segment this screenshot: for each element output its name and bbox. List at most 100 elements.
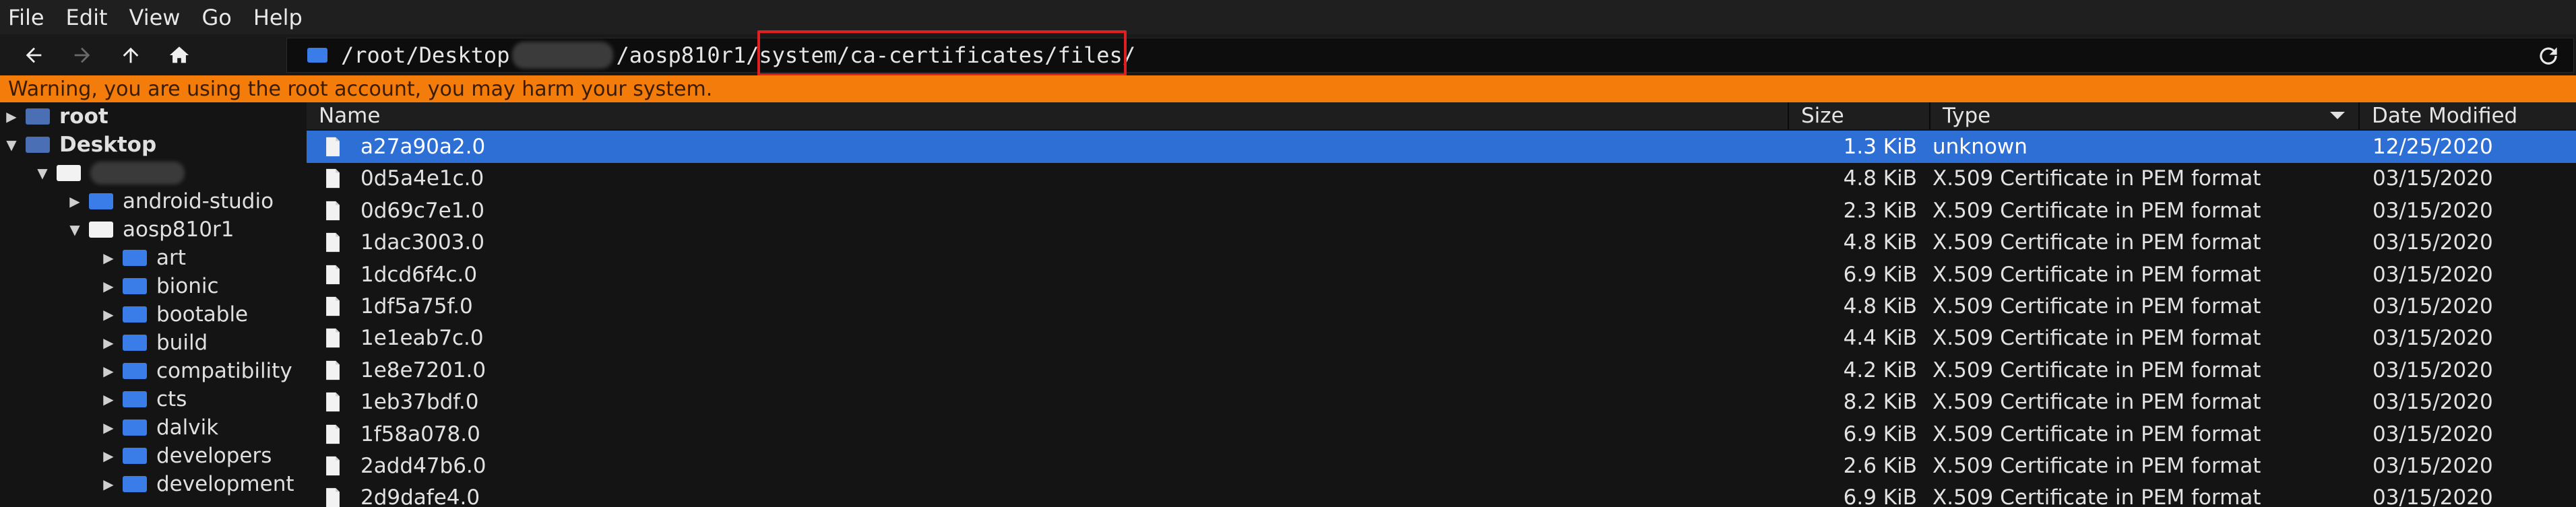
address-path-part2: /aosp810r1 <box>616 42 747 68</box>
menu-edit[interactable]: Edit <box>58 5 121 30</box>
file-icon <box>326 456 340 476</box>
file-row[interactable]: 0d5a4e1c.0 4.8 KiB X.509 Certificate in PE… <box>307 162 2576 195</box>
file-row[interactable]: 1dcd6f4c.0 6.9 KiB X.509 Certificate in PE… <box>307 259 2576 291</box>
redacted-blur <box>512 42 614 69</box>
file-icon <box>326 137 340 157</box>
file-date: 12/25/2020 <box>2373 135 2493 159</box>
file-name: 1e8e7201.0 <box>360 358 486 382</box>
file-date: 03/15/2020 <box>2373 294 2493 318</box>
expand-arrow-icon[interactable]: ▶ <box>101 448 116 464</box>
file-date: 03/15/2020 <box>2373 421 2493 446</box>
back-button[interactable] <box>9 34 58 75</box>
file-row[interactable]: 2d9dafe4.0 6.9 KiB X.509 Certificate in PE… <box>307 481 2576 507</box>
file-size: 4.2 KiB <box>1843 358 1917 382</box>
expand-arrow-icon[interactable]: ▶ <box>101 419 116 436</box>
tree-item-aosp810r1[interactable]: ▼ aosp810r1 <box>67 215 234 244</box>
arrow-left-icon <box>26 47 42 63</box>
address-bar[interactable]: /root/Desktop/aosp810r1/system/ca-certif… <box>286 38 2574 73</box>
tree-item-android-studio[interactable]: ▶ android-studio <box>67 187 274 215</box>
expand-arrow-icon[interactable]: ▶ <box>67 193 82 209</box>
menu-help[interactable]: Help <box>245 5 316 30</box>
redacted-blur <box>90 162 185 184</box>
tree-item-build[interactable]: ▶ build <box>101 329 208 357</box>
tree-item-label: bionic <box>156 274 219 298</box>
up-button[interactable] <box>106 34 155 75</box>
file-icon <box>326 488 340 507</box>
column-header-size[interactable]: Size <box>1789 102 1930 129</box>
file-size: 2.3 KiB <box>1843 198 1917 223</box>
file-row[interactable]: 1df5a75f.0 4.8 KiB X.509 Certificate in PE… <box>307 290 2576 323</box>
tree-item-root[interactable]: ▶ root <box>4 102 108 131</box>
tree-item-redacted[interactable]: ▼ <box>35 159 185 187</box>
forward-button[interactable] <box>58 34 106 75</box>
file-type: X.509 Certificate in PEM format <box>1933 166 2261 191</box>
desktop-icon <box>26 137 50 153</box>
folder-icon <box>123 278 147 294</box>
file-row[interactable]: 1f58a078.0 6.9 KiB X.509 Certificate in PE… <box>307 418 2576 450</box>
arrow-up-icon <box>123 47 139 63</box>
tree-item-art[interactable]: ▶ art <box>101 244 186 272</box>
file-type: X.509 Certificate in PEM format <box>1933 454 2261 478</box>
tree-item-bootable[interactable]: ▶ bootable <box>101 300 248 329</box>
file-type: X.509 Certificate in PEM format <box>1933 230 2261 255</box>
file-row[interactable]: a27a90a2.0 1.3 KiB unknown 12/25/2020 <box>307 131 2576 163</box>
file-icon <box>326 233 340 252</box>
expand-arrow-icon[interactable]: ▶ <box>101 250 116 266</box>
tree-item-desktop[interactable]: ▼ Desktop <box>4 131 156 159</box>
file-type: X.509 Certificate in PEM format <box>1933 421 2261 446</box>
file-row[interactable]: 1e1eab7c.0 4.4 KiB X.509 Certificate in PE… <box>307 322 2576 354</box>
file-date: 03/15/2020 <box>2373 358 2493 382</box>
file-name: 1dac3003.0 <box>360 230 484 255</box>
file-size: 1.3 KiB <box>1843 135 1917 159</box>
expand-arrow-icon[interactable]: ▶ <box>101 278 116 294</box>
expand-arrow-icon[interactable]: ▶ <box>101 391 116 407</box>
file-row[interactable]: 2add47b6.0 2.6 KiB X.509 Certificate in PE… <box>307 450 2576 482</box>
folder-icon <box>123 448 147 464</box>
collapse-arrow-icon[interactable]: ▼ <box>35 165 50 181</box>
tree-item-developers[interactable]: ▶ developers <box>101 442 272 470</box>
file-icon <box>326 265 340 284</box>
column-header-date[interactable]: Date Modified <box>2360 102 2576 129</box>
tree-item-bionic[interactable]: ▶ bionic <box>101 272 219 300</box>
file-row[interactable]: 1e8e7201.0 4.2 KiB X.509 Certificate in PE… <box>307 354 2576 386</box>
tree-item-dalvik[interactable]: ▶ dalvik <box>101 413 218 442</box>
folder-icon <box>57 165 81 181</box>
folder-icon <box>123 419 147 436</box>
file-name: 1dcd6f4c.0 <box>360 262 478 287</box>
folder-icon <box>123 363 147 379</box>
file-date: 03/15/2020 <box>2373 390 2493 415</box>
expand-arrow-icon[interactable]: ▶ <box>4 108 19 125</box>
tree-item-development[interactable]: ▶ development <box>101 470 294 498</box>
tree-item-compatibility[interactable]: ▶ compatibility <box>101 357 292 385</box>
tree-item-label: compatibility <box>156 359 292 383</box>
column-header-type[interactable]: Type <box>1930 102 2360 129</box>
file-icon <box>326 296 340 316</box>
expand-arrow-icon[interactable]: ▶ <box>101 363 116 379</box>
menu-go[interactable]: Go <box>193 5 245 30</box>
folder-icon <box>123 250 147 266</box>
folder-icon <box>89 222 113 238</box>
menu-view[interactable]: View <box>121 5 194 30</box>
reload-icon[interactable] <box>2536 43 2561 69</box>
file-row[interactable]: 1eb37bdf.0 8.2 KiB X.509 Certificate in PE… <box>307 386 2576 418</box>
column-header-name[interactable]: Name <box>307 102 1789 129</box>
file-name: a27a90a2.0 <box>360 135 486 159</box>
file-icon <box>326 393 340 412</box>
file-row[interactable]: 1dac3003.0 4.8 KiB X.509 Certificate in PE… <box>307 226 2576 259</box>
file-type: X.509 Certificate in PEM format <box>1933 485 2261 507</box>
expand-arrow-icon[interactable]: ▶ <box>101 306 116 323</box>
collapse-arrow-icon[interactable]: ▼ <box>4 137 19 153</box>
file-size: 4.8 KiB <box>1843 294 1917 318</box>
file-size: 4.8 KiB <box>1843 166 1917 191</box>
tree-item-label: developers <box>156 444 272 468</box>
expand-arrow-icon[interactable]: ▶ <box>101 335 116 351</box>
menu-file[interactable]: File <box>0 5 58 30</box>
home-button[interactable] <box>155 34 203 75</box>
expand-arrow-icon[interactable]: ▶ <box>101 476 116 492</box>
file-name: 2d9dafe4.0 <box>360 485 480 507</box>
collapse-arrow-icon[interactable]: ▼ <box>67 222 82 238</box>
tree-item-label: android-studio <box>123 189 274 213</box>
file-icon <box>326 360 340 380</box>
tree-item-cts[interactable]: ▶ cts <box>101 385 187 413</box>
file-row[interactable]: 0d69c7e1.0 2.3 KiB X.509 Certificate in PE… <box>307 195 2576 227</box>
